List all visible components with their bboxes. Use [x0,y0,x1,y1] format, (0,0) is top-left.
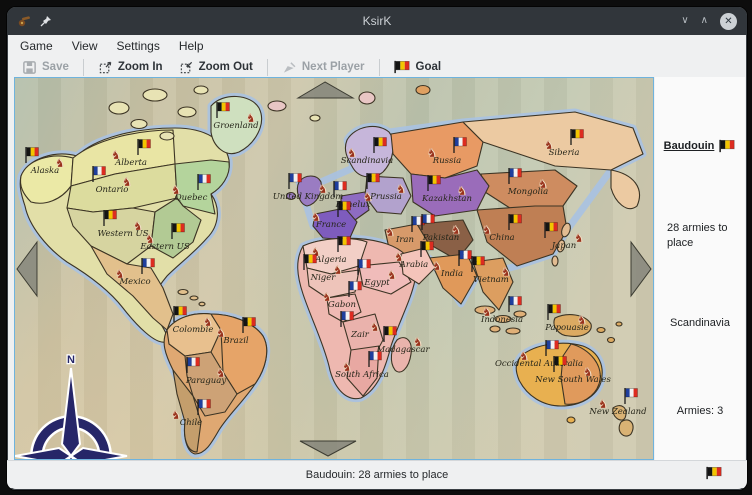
zoom-in-button[interactable]: Zoom In [90,58,171,77]
cavalier-unit[interactable]: ♞ [457,184,468,198]
cavalier-unit[interactable]: ♞ [432,259,443,273]
cavalier-unit[interactable]: ♞ [55,156,66,170]
belgium-flag-icon [719,139,736,153]
world-map[interactable]: Alaska♞Alberta♞Ontario♞Quebec♞Western US… [15,78,653,459]
belgium-flag-icon [706,466,723,480]
toolbar-button-label: Next Player [302,61,365,73]
cavalier-unit[interactable]: ♞ [501,265,512,279]
cavalier-unit[interactable]: ♞ [322,290,333,304]
menubar: Game View Settings Help [7,35,747,56]
territory-label: Chile [180,418,202,428]
cavalier-unit[interactable]: ♞ [413,335,424,349]
cavalier-unit[interactable]: ♞ [216,366,227,380]
cavalier-unit[interactable]: ♞ [385,225,396,239]
minimize-button[interactable]: ∨ [681,16,688,26]
cavalier-unit[interactable]: ♞ [246,111,257,125]
territory-label: New South Wales [534,375,611,385]
toolbar-separator [83,59,84,76]
window-title: KsirK [7,14,747,28]
toolbar-button-label: Zoom Out [199,61,253,73]
cavalier-unit[interactable]: ♞ [538,177,549,191]
cavalier-unit[interactable]: ♞ [318,182,329,196]
territory-label: Zair [350,330,370,340]
cavalier-unit[interactable]: ♞ [203,315,214,329]
cavalier-unit[interactable]: ♞ [574,231,585,245]
save-button[interactable]: Save [14,58,77,77]
menu-view[interactable]: View [72,39,98,53]
statusbar: Baudouin: 28 armies to place [7,460,747,488]
cavalier-unit[interactable]: ♞ [451,223,462,237]
player-name-link[interactable]: Baudouin [664,140,715,152]
cavalier-unit[interactable]: ♞ [171,183,182,197]
ksirk-window: KsirK ∨ ∧ ✕ Game View Settings Help Save Zoo… [6,6,748,491]
toolbar-button-label: Save [42,61,69,73]
cavalier-unit[interactable]: ♞ [333,263,344,277]
toolbar-separator [379,59,380,76]
armies-to-place-label: 28 armies to place [667,221,739,251]
zoom-out-icon [179,60,194,75]
cavalier-unit[interactable]: ♞ [598,397,609,411]
cavalier-unit[interactable]: ♞ [122,175,133,189]
zoom-out-button[interactable]: Zoom Out [171,58,261,77]
cavalier-unit[interactable]: ♞ [394,250,405,264]
next-player-icon [282,60,297,75]
territory-label: India [440,269,463,279]
territory-label: Japan [550,241,576,251]
next-player-button[interactable]: Next Player [274,58,373,77]
cavalier-unit[interactable]: ♞ [583,365,594,379]
menu-settings[interactable]: Settings [116,39,159,53]
cavalier-unit[interactable]: ♞ [427,146,438,160]
close-button[interactable]: ✕ [720,13,737,30]
pin-icon[interactable] [40,15,52,27]
cavalier-unit[interactable]: ♞ [311,210,322,224]
territory-label: Occidental Australia [495,359,583,369]
cavalier-unit[interactable]: ♞ [342,360,353,374]
cavalier-unit[interactable]: ♞ [111,148,122,162]
cavalier-unit[interactable]: ♞ [482,305,493,319]
menu-help[interactable]: Help [179,39,204,53]
cavalier-unit[interactable]: ♞ [519,349,530,363]
toolbar: Save Zoom In Zoom Out Next Player Goal [7,56,747,78]
belgium-flag-icon [394,60,411,74]
compass-north-label: N [67,354,75,366]
cavalier-unit[interactable]: ♞ [347,146,358,160]
cavalier-unit[interactable]: ♞ [370,320,381,334]
armies-count-label: Armies: 3 [655,405,745,417]
territory-label: Iran [395,235,414,245]
player-row: Baudouin [655,139,745,153]
cavalier-unit[interactable]: ♞ [145,232,156,246]
cavalier-unit[interactable]: ♞ [133,219,144,233]
goal-button[interactable]: Goal [386,58,450,76]
toolbar-separator [267,59,268,76]
status-text: Baudouin: 28 armies to place [306,469,448,481]
toolbar-button-label: Goal [416,61,442,73]
territory-label: United Kingdom [273,192,344,202]
cavalier-unit[interactable]: ♞ [577,313,588,327]
floppy-icon [22,60,37,75]
toolbar-button-label: Zoom In [118,61,163,73]
cavalier-unit[interactable]: ♞ [115,267,126,281]
cavalier-unit[interactable]: ♞ [396,182,407,196]
ksirk-app-icon [17,15,31,27]
territory-label: China [489,233,514,243]
cavalier-unit[interactable]: ♞ [544,138,555,152]
cavalier-unit[interactable]: ♞ [387,268,398,282]
titlebar: KsirK ∨ ∧ ✕ [7,7,747,35]
menu-game[interactable]: Game [20,39,53,53]
highlighted-country-label: Scandinavia [655,317,745,329]
cavalier-unit[interactable]: ♞ [171,408,182,422]
cavalier-unit[interactable]: ♞ [482,223,493,237]
maximize-button[interactable]: ∧ [701,16,708,26]
cavalier-unit[interactable]: ♞ [216,326,227,340]
zoom-in-icon [98,60,113,75]
map-panel: Alaska♞Alberta♞Ontario♞Quebec♞Western US… [14,77,654,460]
player-sidebar: Baudouin 28 armies to place Scandinavia … [655,77,745,460]
